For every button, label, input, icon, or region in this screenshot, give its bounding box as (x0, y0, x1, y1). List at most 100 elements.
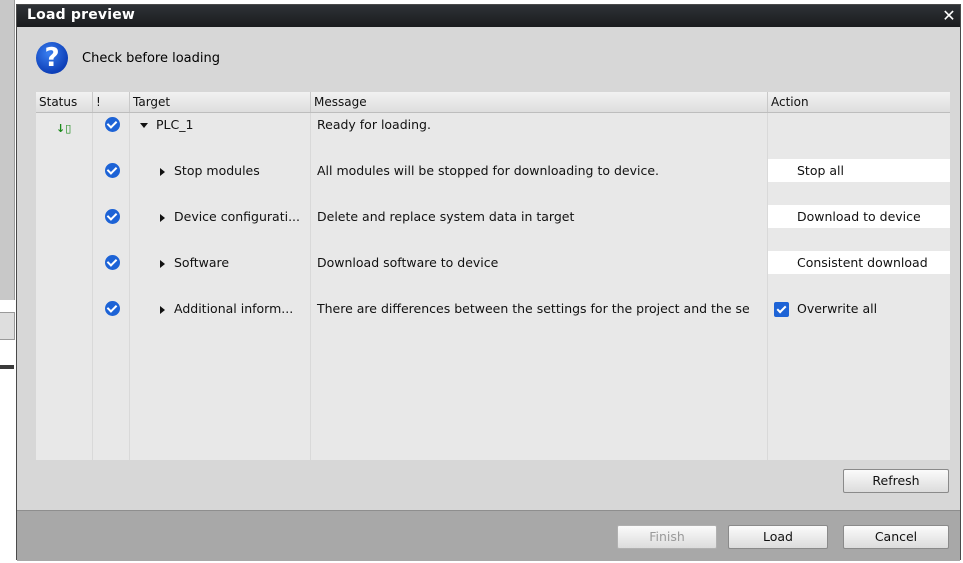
target-cell (130, 435, 311, 460)
message-cell (311, 182, 768, 205)
table-row[interactable]: ↓▯ PLC_1 Ready for loading. (36, 113, 950, 136)
table-row[interactable]: Software Download software to device Con… (36, 251, 950, 274)
table-row (36, 389, 950, 412)
check-icon (105, 255, 120, 270)
target-cell (130, 274, 311, 297)
ex-cell (93, 159, 130, 182)
ex-cell (93, 320, 130, 343)
status-cell (36, 136, 93, 159)
download-arrow-icon: ↓▯ (56, 122, 72, 135)
table-row (36, 412, 950, 435)
target-label: Stop modules (174, 163, 260, 178)
target-cell (130, 389, 311, 412)
ex-cell (93, 136, 130, 159)
message-cell (311, 389, 768, 412)
status-cell (36, 274, 93, 297)
action-cell (768, 435, 950, 460)
table-row[interactable]: Device configurati... Delete and replace… (36, 205, 950, 228)
status-cell (36, 205, 93, 228)
column-header-ex[interactable]: ! (93, 92, 130, 112)
check-icon (105, 209, 120, 224)
table-row[interactable]: Additional inform... There are differenc… (36, 297, 950, 320)
target-cell (130, 366, 311, 389)
expand-arrow-icon[interactable] (160, 167, 165, 176)
message-cell: Delete and replace system data in target (311, 205, 768, 228)
close-icon[interactable]: ✕ (938, 5, 960, 27)
ex-cell (93, 297, 130, 320)
column-header-message[interactable]: Message (311, 92, 768, 112)
target-cell[interactable]: PLC_1 (130, 113, 311, 136)
target-cell (130, 320, 311, 343)
action-cell[interactable]: Consistent download (768, 251, 950, 274)
collapse-arrow-icon[interactable] (140, 123, 148, 128)
table-row (36, 228, 950, 251)
action-cell (768, 136, 950, 159)
expand-arrow-icon[interactable] (160, 259, 165, 268)
ex-cell (93, 343, 130, 366)
finish-button[interactable]: Finish (617, 525, 717, 549)
target-label: PLC_1 (156, 117, 194, 132)
expand-arrow-icon[interactable] (160, 305, 165, 314)
message-cell (311, 366, 768, 389)
ex-cell (93, 251, 130, 274)
message-cell (311, 435, 768, 460)
column-header-status[interactable]: Status (36, 92, 93, 112)
table-row (36, 320, 950, 343)
message-cell: Ready for loading. (311, 113, 768, 136)
column-header-target[interactable]: Target (130, 92, 311, 112)
target-cell[interactable]: Stop modules (130, 159, 311, 182)
action-cell (768, 228, 950, 251)
action-cell (768, 113, 950, 136)
table-row[interactable]: Stop modules All modules will be stopped… (36, 159, 950, 182)
header-text: Check before loading (82, 51, 220, 66)
ex-cell (93, 205, 130, 228)
action-cell (768, 274, 950, 297)
table-row (36, 343, 950, 366)
action-cell (768, 343, 950, 366)
column-header-action[interactable]: Action (768, 92, 950, 112)
target-cell (130, 228, 311, 251)
action-cell[interactable]: Stop all (768, 159, 950, 182)
message-cell: All modules will be stopped for download… (311, 159, 768, 182)
table-row (36, 274, 950, 297)
action-dropdown[interactable]: Download to device (768, 209, 921, 224)
message-cell (311, 228, 768, 251)
target-cell (130, 182, 311, 205)
ex-cell (93, 389, 130, 412)
target-cell (130, 412, 311, 435)
cancel-button[interactable]: Cancel (843, 525, 949, 549)
check-icon (105, 163, 120, 178)
target-cell[interactable]: Device configurati... (130, 205, 311, 228)
background-divider (0, 365, 14, 369)
background-strip (0, 312, 15, 340)
action-cell[interactable]: Overwrite all (768, 297, 950, 320)
background-panel (0, 0, 15, 300)
action-dropdown[interactable]: Stop all (768, 163, 844, 178)
target-cell[interactable]: Software (130, 251, 311, 274)
action-cell[interactable]: Download to device (768, 205, 950, 228)
expand-arrow-icon[interactable] (160, 213, 165, 222)
ex-cell (93, 113, 130, 136)
dialog-titlebar: Load preview ✕ (17, 5, 960, 27)
message-cell: Download software to device (311, 251, 768, 274)
status-cell (36, 343, 93, 366)
refresh-button[interactable]: Refresh (843, 469, 949, 493)
status-cell (36, 297, 93, 320)
status-cell (36, 228, 93, 251)
table-header: Status ! Target Message Action (36, 92, 950, 113)
status-cell (36, 389, 93, 412)
message-cell (311, 136, 768, 159)
status-cell (36, 412, 93, 435)
status-cell (36, 251, 93, 274)
table-row (36, 182, 950, 205)
question-icon: ? (36, 42, 68, 74)
action-dropdown[interactable]: Consistent download (768, 255, 928, 270)
overwrite-all-checkbox[interactable] (774, 302, 789, 317)
action-cell (768, 366, 950, 389)
ex-cell (93, 366, 130, 389)
target-cell[interactable]: Additional inform... (130, 297, 311, 320)
status-cell (36, 159, 93, 182)
table-row (36, 435, 950, 460)
load-button[interactable]: Load (728, 525, 828, 549)
status-cell: ↓▯ (36, 113, 93, 136)
